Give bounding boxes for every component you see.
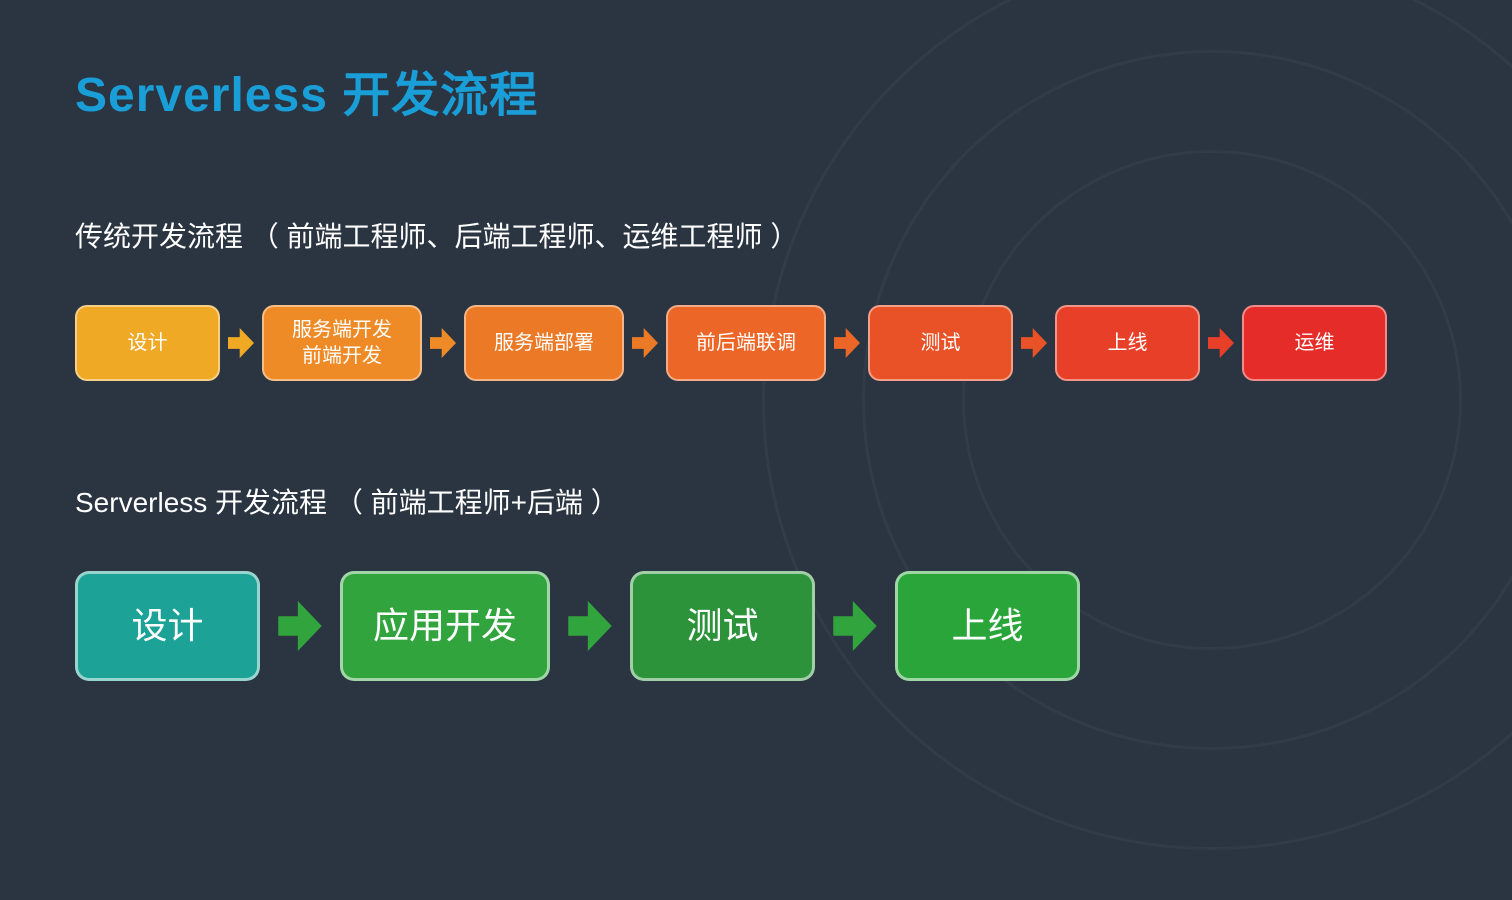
arrow-icon	[834, 328, 860, 358]
flow-step: 上线	[895, 571, 1080, 681]
arrow-icon	[430, 328, 456, 358]
flow-step-label: 应用开发	[373, 603, 517, 650]
flow-step: 运维	[1242, 305, 1387, 381]
flow-step-label: 上线	[951, 603, 1023, 650]
arrow-icon	[568, 601, 612, 651]
arrow-icon	[278, 601, 322, 651]
flow-step-label: 服务端开发	[292, 317, 392, 343]
traditional-flow-row: 设计 服务端开发前端开发 服务端部署 前后端联调 测试 上线 运维	[75, 305, 1437, 381]
slide-title: Serverless 开发流程	[75, 55, 1437, 125]
flow-step: 上线	[1055, 305, 1200, 381]
flow-step-label: 设计	[128, 330, 168, 356]
serverless-flow-label: Serverless 开发流程 （ 前端工程师+后端 ）	[75, 481, 1437, 521]
flow-step-label: 前后端联调	[696, 330, 796, 356]
flow-step-label: 设计	[131, 603, 203, 650]
arrow-icon	[1208, 328, 1234, 358]
arrow-icon	[228, 328, 254, 358]
flow-step: 前后端联调	[666, 305, 826, 381]
flow-step: 测试	[630, 571, 815, 681]
flow-step-label: 测试	[921, 330, 961, 356]
serverless-flow-row: 设计 应用开发 测试 上线	[75, 571, 1437, 681]
flow-step-label: 服务端部署	[494, 330, 594, 356]
flow-step: 服务端部署	[464, 305, 624, 381]
flow-step: 应用开发	[340, 571, 550, 681]
flow-step-label: 上线	[1108, 330, 1148, 356]
flow-step-label: 运维	[1295, 330, 1335, 356]
flow-step: 设计	[75, 305, 220, 381]
flow-step-label: 测试	[686, 603, 758, 650]
flow-step: 服务端开发前端开发	[262, 305, 422, 381]
arrow-icon	[632, 328, 658, 358]
arrow-icon	[833, 601, 877, 651]
flow-step-label: 前端开发	[302, 343, 382, 369]
flow-step: 测试	[868, 305, 1013, 381]
traditional-flow-label: 传统开发流程 （ 前端工程师、后端工程师、运维工程师 ）	[75, 215, 1437, 255]
arrow-icon	[1021, 328, 1047, 358]
flow-step: 设计	[75, 571, 260, 681]
